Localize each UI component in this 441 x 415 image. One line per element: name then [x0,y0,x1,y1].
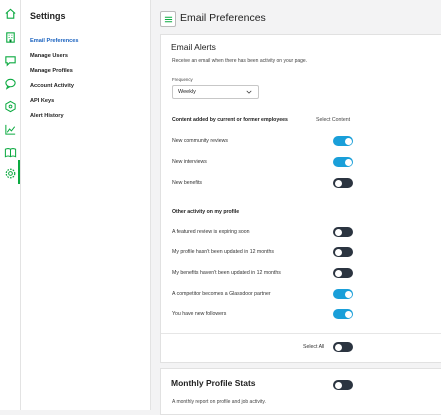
settings-sidebar: Settings Email Preferences Manage Users … [21,0,151,410]
toggle-monthly-stats[interactable] [333,380,353,390]
sidebar-item-api-keys[interactable]: API Keys [30,98,54,104]
toggle-new-followers[interactable] [333,309,353,319]
row-label-profile-not-updated: My profile hasn't been updated in 12 mon… [172,249,274,255]
toggle-competitor-partner[interactable] [333,289,353,299]
page-header: Email Preferences [150,0,441,32]
toggle-benefits-not-updated[interactable] [333,268,353,278]
section-heading-other-activity: Other activity on my profile [172,209,240,215]
menu-toggle-button[interactable] [160,11,176,27]
row-label-benefits: New benefits [172,180,202,186]
email-alerts-subtitle: Receive an email when there has been act… [172,58,308,64]
book-icon[interactable] [3,145,17,159]
row-label-new-followers: You have new followers [172,311,227,317]
page-title: Email Preferences [180,12,266,24]
menu-icon [164,16,172,22]
icon-rail [0,0,21,410]
row-label-benefits-not-updated: My benefits haven't been updated in 12 m… [172,270,281,276]
frequency-label: Frequency [172,77,193,82]
line-chart-icon[interactable] [3,122,17,136]
email-alerts-card: Email Alerts Receive an email when there… [160,34,441,363]
toggle-select-all[interactable] [333,342,353,352]
toggle-community-reviews[interactable] [333,136,353,146]
email-alerts-title: Email Alerts [171,42,216,52]
chat-bubble-icon[interactable] [3,76,17,90]
toggle-featured-review[interactable] [333,227,353,237]
building-icon[interactable] [3,30,17,44]
frequency-select[interactable]: Weekly [172,85,259,99]
section-heading-content: Content added by current or former emplo… [172,117,288,123]
sidebar-item-account-activity[interactable]: Account Activity [30,83,74,89]
row-label-featured-review: A featured review is expiring soon [172,229,250,235]
sidebar-item-alert-history[interactable]: Alert History [30,113,64,119]
hexagon-network-icon[interactable] [3,99,17,113]
chevron-down-icon [246,90,252,94]
toggle-interviews[interactable] [333,157,353,167]
row-label-interviews: New interviews [172,159,207,165]
select-all-label: Select All [303,344,325,350]
gear-icon[interactable] [3,166,17,180]
select-content-link[interactable]: Select Content [316,117,350,123]
divider [161,333,441,334]
toggle-benefits[interactable] [333,178,353,188]
sidebar-title: Settings [30,11,66,21]
frequency-value: Weekly [178,89,196,95]
row-label-competitor-partner: A competitor becomes a Glassdoor partner [172,291,271,297]
active-indicator [18,160,20,184]
chat-bubble-icon[interactable] [3,53,17,67]
toggle-profile-not-updated[interactable] [333,247,353,257]
monthly-stats-subtitle: A monthly report on profile and job acti… [172,399,266,405]
sidebar-item-email-preferences[interactable]: Email Preferences [30,38,79,44]
monthly-stats-title: Monthly Profile Stats [171,378,256,388]
home-icon[interactable] [3,6,17,20]
sidebar-item-manage-users[interactable]: Manage Users [30,53,68,59]
row-label-community-reviews: New community reviews [172,138,228,144]
sidebar-item-manage-profiles[interactable]: Manage Profiles [30,68,73,74]
monthly-stats-card: Monthly Profile Stats A monthly report o… [160,368,441,415]
